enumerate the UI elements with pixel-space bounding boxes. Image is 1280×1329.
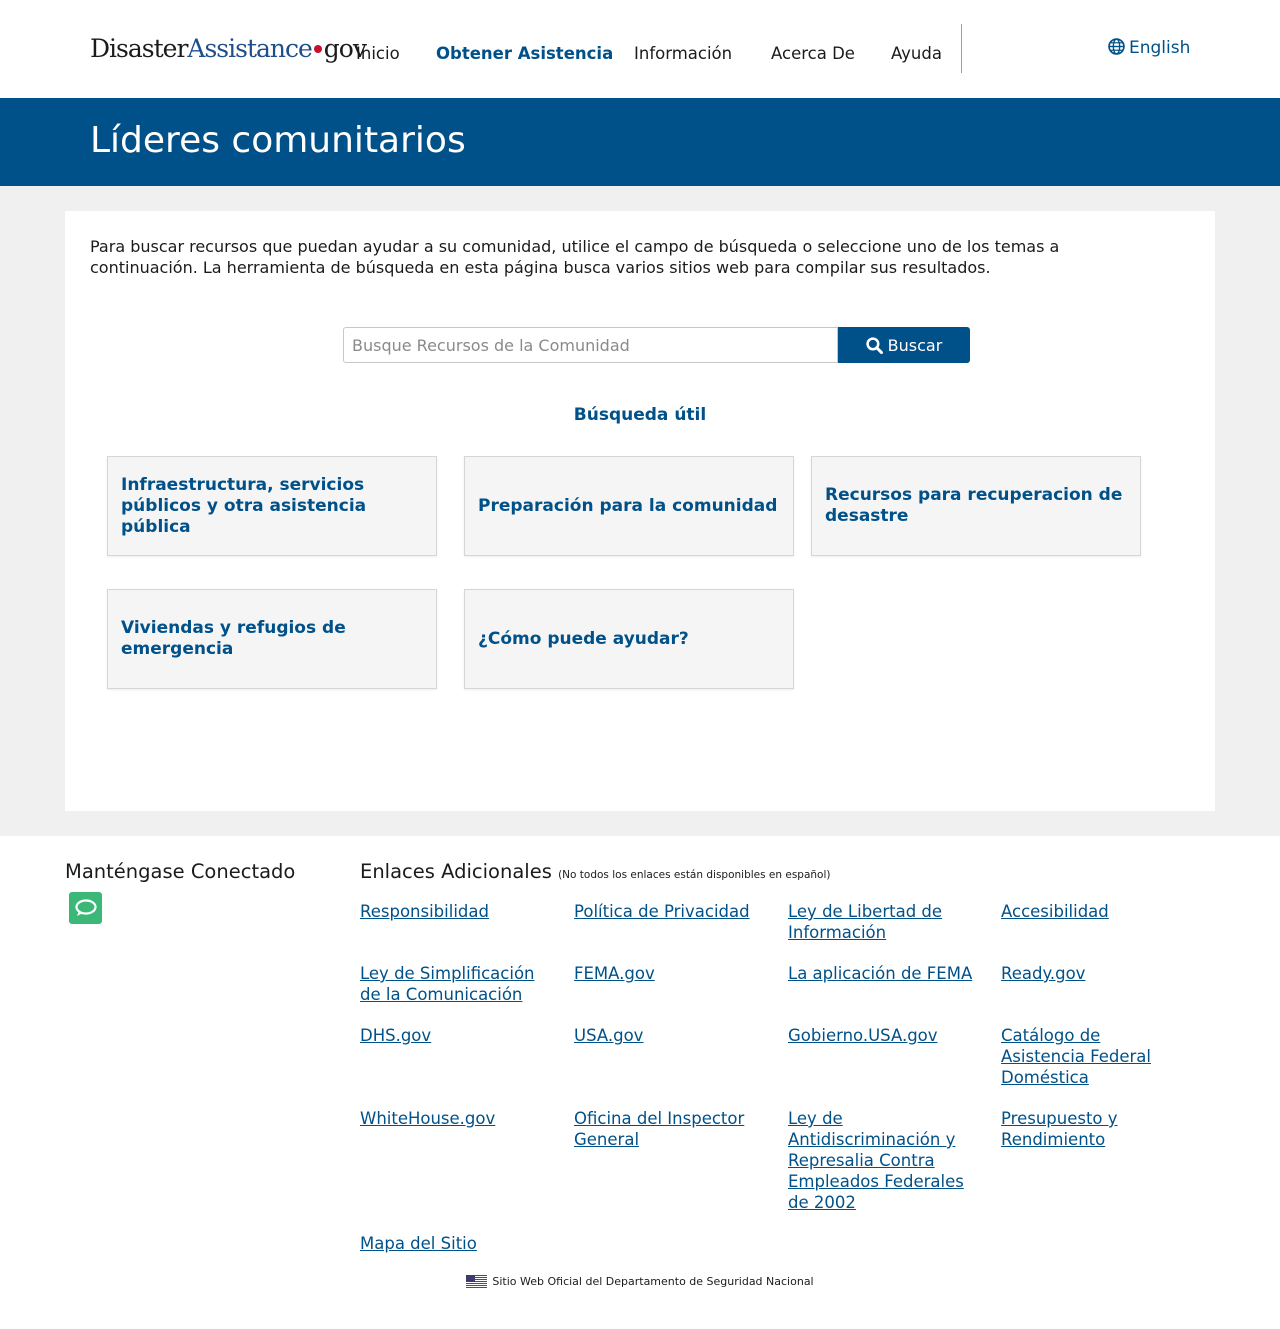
topic-label: Viviendas y refugios de emergencia xyxy=(121,618,346,659)
page-title: Líderes comunitarios xyxy=(90,120,466,161)
footer-link-mapa-sitio[interactable]: Mapa del Sitio xyxy=(360,1233,560,1254)
language-toggle[interactable]: English xyxy=(1108,38,1190,58)
additional-links-heading: Enlaces Adicionales (No todos los enlace… xyxy=(360,860,831,883)
us-flag-icon xyxy=(466,1275,488,1288)
topic-label: Infraestructura, servicios públicos y ot… xyxy=(121,474,367,537)
search-icon xyxy=(865,336,883,354)
site-logo[interactable]: DisasterAssistance gov xyxy=(90,34,367,63)
additional-links-note: (No todos los enlaces están disponibles … xyxy=(558,869,831,881)
footer-link-antidiscriminacion[interactable]: Ley de Antidiscriminación y Represalia C… xyxy=(788,1108,973,1213)
page-banner: Líderes comunitarios xyxy=(0,98,1280,186)
footer-link-fema[interactable]: FEMA.gov xyxy=(574,963,774,984)
search-button[interactable]: Buscar xyxy=(838,327,970,363)
logo-text-assistance: Assistance xyxy=(187,34,312,63)
nav-ayuda[interactable]: Ayuda xyxy=(891,44,942,63)
stay-connected-heading: Manténgase Conectado xyxy=(65,860,296,883)
footer-link-gobierno-usa[interactable]: Gobierno.USA.gov xyxy=(788,1025,988,1046)
speech-bubble-icon xyxy=(74,899,97,916)
nav-informacion[interactable]: Información xyxy=(634,44,732,63)
useful-search-heading: Búsqueda útil xyxy=(573,405,707,425)
footer-link-responsibilidad[interactable]: Responsibilidad xyxy=(360,901,560,922)
globe-icon xyxy=(1108,38,1125,55)
nav-obtener-asistencia[interactable]: Obtener Asistencia xyxy=(436,44,613,63)
footer-link-dhs[interactable]: DHS.gov xyxy=(360,1025,560,1046)
topic-viviendas-refugios[interactable]: Viviendas y refugios de emergencia xyxy=(107,589,437,689)
logo-dot xyxy=(313,44,322,53)
community-search-input[interactable] xyxy=(343,327,838,363)
search-button-label: Buscar xyxy=(887,335,943,355)
official-site-notice: Sitio Web Oficial del Departamento de Se… xyxy=(0,1275,1280,1288)
footer-link-app-fema[interactable]: La aplicación de FEMA xyxy=(788,963,988,984)
topic-infraestructura[interactable]: Infraestructura, servicios públicos y ot… xyxy=(107,456,437,556)
footer-link-catalogo[interactable]: Catálogo de Asistencia Federal Doméstica xyxy=(1001,1025,1161,1088)
nav-inicio[interactable]: Inicio xyxy=(356,44,400,63)
footer-link-privacidad[interactable]: Política de Privacidad xyxy=(574,901,774,922)
logo-text-disaster: Disaster xyxy=(90,34,188,63)
topic-label: Recursos para recuperacion de desastre xyxy=(825,485,1123,526)
additional-links-title: Enlaces Adicionales xyxy=(360,860,552,883)
footer-link-libertad-informacion[interactable]: Ley de Libertad de Información xyxy=(788,901,958,943)
footer-link-accesibilidad[interactable]: Accesibilidad xyxy=(1001,901,1201,922)
topic-label: Preparación para la comunidad xyxy=(478,495,778,516)
footer-link-usa[interactable]: USA.gov xyxy=(574,1025,774,1046)
topic-recursos-recuperacion[interactable]: Recursos para recuperacion de desastre xyxy=(811,456,1141,556)
topic-preparacion[interactable]: Preparación para la comunidad xyxy=(464,456,794,556)
footer-link-ready[interactable]: Ready.gov xyxy=(1001,963,1201,984)
footer-link-presupuesto[interactable]: Presupuesto y Rendimiento xyxy=(1001,1108,1161,1150)
site-header: DisasterAssistance gov Inicio Obtener Asi… xyxy=(0,0,1280,98)
intro-text: Para buscar recursos que puedan ayudar a… xyxy=(90,237,1060,277)
topic-como-ayudar[interactable]: ¿Cómo puede ayudar? xyxy=(464,589,794,689)
footer-link-whitehouse[interactable]: WhiteHouse.gov xyxy=(360,1108,560,1129)
footer-link-inspector-general[interactable]: Oficina del Inspector General xyxy=(574,1108,759,1150)
footer-link-simplificacion[interactable]: Ley de Simplificación de la Comunicación xyxy=(360,963,545,1005)
language-label: English xyxy=(1129,38,1191,58)
topic-label: ¿Cómo puede ayudar? xyxy=(478,628,689,649)
nav-acerca-de[interactable]: Acerca De xyxy=(771,44,855,63)
official-site-text: Sitio Web Oficial del Departamento de Se… xyxy=(492,1275,814,1288)
chat-icon[interactable] xyxy=(69,892,102,924)
nav-divider xyxy=(961,24,962,73)
